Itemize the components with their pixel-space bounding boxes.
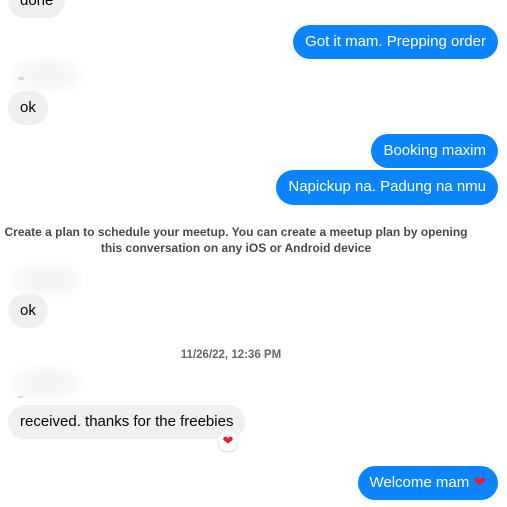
notice-line: this conversation on any iOS or Android … xyxy=(100,241,372,255)
message-text: Got it mam. Prepping order xyxy=(305,33,486,50)
sender-avatar-mark xyxy=(18,396,23,398)
outgoing-message[interactable]: Booking maxim xyxy=(371,134,498,168)
message-text: Booking maxim xyxy=(383,142,486,159)
incoming-message[interactable]: ok xyxy=(8,294,48,328)
message-text: done xyxy=(20,0,54,9)
heart-icon: ❤ xyxy=(222,433,234,448)
outgoing-message[interactable]: Napickup na. Padung na nmu xyxy=(276,170,498,205)
message-text: Welcome mam xyxy=(369,474,470,491)
incoming-message[interactable]: ok xyxy=(8,91,48,125)
outgoing-message[interactable]: Welcome mam ❤ xyxy=(357,466,498,500)
heart-icon: ❤ xyxy=(473,474,486,491)
incoming-message[interactable]: done xyxy=(8,0,66,18)
sender-avatar-mark xyxy=(18,77,24,80)
message-text: ok xyxy=(20,99,36,116)
notice-line: Create a plan to schedule your meetup. Y… xyxy=(4,225,468,239)
sender-avatar-blurred xyxy=(10,263,82,297)
outgoing-message[interactable]: Got it mam. Prepping order xyxy=(293,25,498,59)
meetup-plan-notice: Create a plan to schedule your meetup. Y… xyxy=(0,224,472,256)
message-text: received. thanks for the freebies xyxy=(20,413,234,430)
heart-reaction[interactable]: ❤ xyxy=(218,431,238,451)
message-text: Napickup na. Padung na nmu xyxy=(288,178,486,195)
sender-avatar-blurred xyxy=(10,58,82,92)
incoming-message[interactable]: received. thanks for the freebies xyxy=(8,405,246,439)
message-text: ok xyxy=(20,302,36,319)
timestamp: 11/26/22, 12:36 PM xyxy=(180,349,282,361)
chat-thread: done Got it mam. Prepping order ok Booki… xyxy=(0,0,507,507)
sender-avatar-blurred xyxy=(10,366,82,400)
